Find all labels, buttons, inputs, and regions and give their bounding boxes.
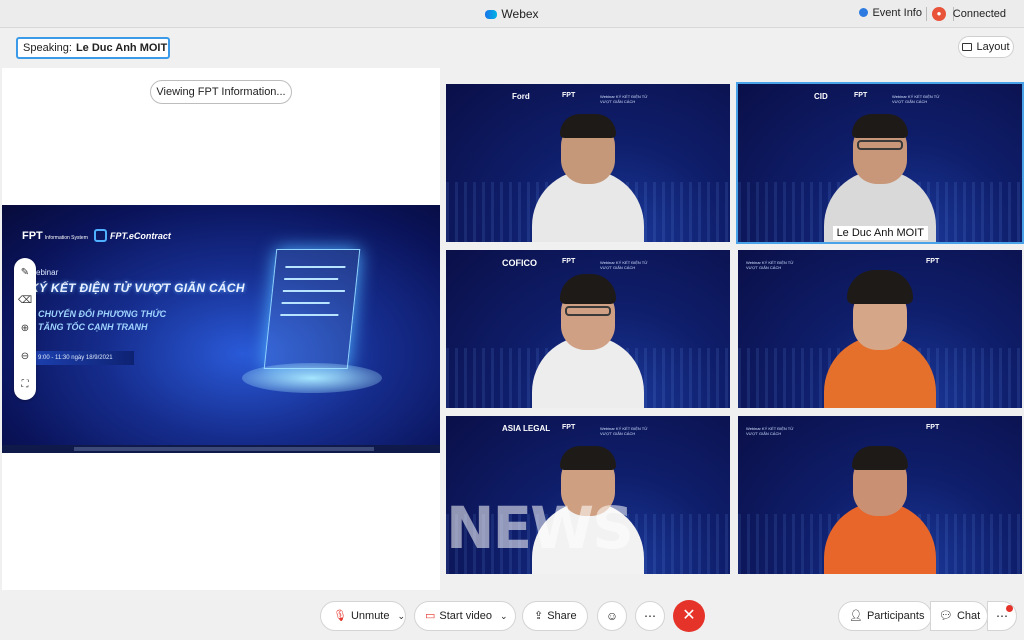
end-call-button[interactable]: ✕ xyxy=(673,600,705,632)
webinar-title: Webinar KÝ KẾT ĐIỆN TỬ VƯỢT GIÃN CÁCH xyxy=(600,426,648,436)
slide-subtitle-1: CHUYỂN ĐỔI PHƯƠNG THỨC xyxy=(38,309,167,319)
notification-badge xyxy=(1006,605,1013,612)
shared-content-pane: Viewing FPT Information... FPT Informatio… xyxy=(2,68,440,590)
chevron-down-icon[interactable]: ⌄ xyxy=(398,611,406,621)
fit-icon[interactable]: ⛶ xyxy=(18,378,32,392)
participant-video-2[interactable]: CID FPT Webinar KÝ KẾT ĐIỆN TỬ VƯỢT GIÃN… xyxy=(736,82,1024,244)
layout-button[interactable]: Layout xyxy=(958,36,1014,58)
event-info-button[interactable]: Event Info xyxy=(859,7,922,19)
fpt-logo-text: FPT xyxy=(22,230,43,242)
chevron-down-icon[interactable]: ⌄ xyxy=(500,611,508,621)
sponsor-logo: COFICO xyxy=(502,258,537,268)
fpt-logo: FPT xyxy=(562,92,576,99)
glow-illustration xyxy=(242,363,382,393)
participant-hair xyxy=(852,446,908,470)
close-icon: ✕ xyxy=(682,607,696,624)
news-watermark: NEWS xyxy=(446,494,634,562)
speaking-indicator: Speaking: Le Duc Anh MOIT xyxy=(16,37,170,59)
more-options-button[interactable]: ⋯ xyxy=(987,601,1017,631)
speaking-name: Le Duc Anh MOIT xyxy=(75,42,168,54)
eraser-icon[interactable]: ⌫ xyxy=(18,294,32,308)
video-progress[interactable] xyxy=(74,447,374,451)
shared-slide: FPT Information System FPT.eContract ebin… xyxy=(2,205,440,453)
connection-status: Connected xyxy=(952,8,1006,20)
participant-video-6[interactable]: FPT Webinar KÝ KẾT ĐIỆN TỬ VƯỢT GIÃN CÁC… xyxy=(738,416,1022,574)
more-icon[interactable]: ⋯ xyxy=(635,601,665,631)
slide-kicker: ebinar xyxy=(36,268,59,277)
pen-icon[interactable]: ✎ xyxy=(18,266,32,280)
participants-label: Participants xyxy=(866,610,925,622)
speaking-label: Speaking: xyxy=(23,42,72,54)
zoom-out-icon[interactable]: ⊖ xyxy=(18,350,32,364)
slide-subtitle-2: TĂNG TỐC CẠNH TRANH xyxy=(38,322,148,332)
mic-muted-icon: 🎙︎ xyxy=(333,610,347,622)
participant-glasses xyxy=(565,306,611,316)
chat-label: Chat xyxy=(956,610,981,622)
title-bar: Webex Event Info ● Connected xyxy=(0,0,1024,28)
share-label: Share xyxy=(547,610,577,622)
econtract-logo: FPT.eContract xyxy=(94,229,171,242)
camera-off-icon: ▭ xyxy=(425,610,436,622)
name-tag: Le Duc Anh MOIT xyxy=(832,226,928,240)
webinar-title: Webinar KÝ KẾT ĐIỆN TỬ VƯỢT GIÃN CÁCH xyxy=(600,260,648,270)
zoom-in-icon[interactable]: ⊕ xyxy=(18,322,32,336)
econtract-icon xyxy=(94,229,107,242)
chat-bubble-icon: 💬︎ xyxy=(939,610,953,622)
layout-label: Layout xyxy=(976,41,1010,53)
start-video-label: Start video xyxy=(439,610,492,622)
person-icon: 👤︎ xyxy=(849,610,863,622)
event-info-label: Event Info xyxy=(872,7,922,19)
participant-glasses xyxy=(857,140,903,150)
fpt-logo: FPT xyxy=(562,424,576,431)
chat-button[interactable]: 💬︎ Chat xyxy=(930,601,988,631)
info-icon xyxy=(859,8,869,17)
webinar-title: Webinar KÝ KẾT ĐIỆN TỬ VƯỢT GIÃN CÁCH xyxy=(746,260,794,270)
participants-button[interactable]: 👤︎ Participants xyxy=(838,601,932,631)
participant-hair xyxy=(560,446,616,470)
webex-logo-icon xyxy=(485,10,498,19)
share-button[interactable]: ⇪ Share xyxy=(522,601,588,631)
participant-video-1[interactable]: Ford FPT Webinar KÝ KẾT ĐIỆN TỬ VƯỢT GIÃ… xyxy=(446,84,730,242)
divider xyxy=(926,7,927,21)
sponsor-logo: CID xyxy=(814,92,828,101)
participant-hair xyxy=(560,114,616,138)
app-title-text: Webex xyxy=(501,7,539,21)
participant-hair xyxy=(852,114,908,138)
fpt-logo: FPT xyxy=(926,424,940,431)
slide-date: 9:00 - 11:30 ngày 18/9/2021 xyxy=(34,351,134,365)
annotation-toolbar: ✎ ⌫ ⊕ ⊖ ⛶ xyxy=(14,258,36,400)
participant-hair xyxy=(847,270,913,304)
webinar-title: Webinar KÝ KẾT ĐIỆN TỬ VƯỢT GIÃN CÁCH xyxy=(600,94,648,104)
fpt-logo: FPT xyxy=(562,258,576,265)
layout-icon xyxy=(962,43,973,51)
share-icon: ⇪ xyxy=(534,610,544,622)
participant-video-5[interactable]: ASIA LEGAL FPT Webinar KÝ KẾT ĐIỆN TỬ VƯ… xyxy=(446,416,730,574)
participant-video-4[interactable]: FPT Webinar KÝ KẾT ĐIỆN TỬ VƯỢT GIÃN CÁC… xyxy=(738,250,1022,408)
participant-hair xyxy=(560,274,616,304)
econtract-logo-text: FPT.eContract xyxy=(110,231,171,241)
slide-headline: KÝ KẾT ĐIỆN TỬ VƯỢT GIÃN CÁCH xyxy=(30,281,245,295)
webinar-title: Webinar KÝ KẾT ĐIỆN TỬ VƯỢT GIÃN CÁCH xyxy=(892,94,940,104)
fpt-logo-sub: Information System xyxy=(44,235,88,241)
sponsor-logo: Ford xyxy=(512,92,530,101)
webinar-title: Webinar KÝ KẾT ĐIỆN TỬ VƯỢT GIÃN CÁCH xyxy=(746,426,794,436)
record-icon[interactable]: ● xyxy=(932,7,946,21)
fpt-logo: FPT xyxy=(854,92,868,99)
fpt-logo: FPT Information System xyxy=(22,230,88,242)
unmute-label: Unmute xyxy=(350,610,390,622)
participant-video-3[interactable]: COFICO FPT Webinar KÝ KẾT ĐIỆN TỬ VƯỢT G… xyxy=(446,250,730,408)
document-illustration xyxy=(263,249,361,369)
unmute-button[interactable]: 🎙︎ Unmute ⌄ xyxy=(320,601,406,631)
fpt-logo: FPT xyxy=(926,258,940,265)
viewing-share-button[interactable]: Viewing FPT Information... xyxy=(150,80,292,104)
start-video-button[interactable]: ▭ Start video ⌄ xyxy=(414,601,516,631)
sponsor-logo: ASIA LEGAL xyxy=(502,424,551,433)
smiley-icon[interactable]: ☺ xyxy=(597,601,627,631)
